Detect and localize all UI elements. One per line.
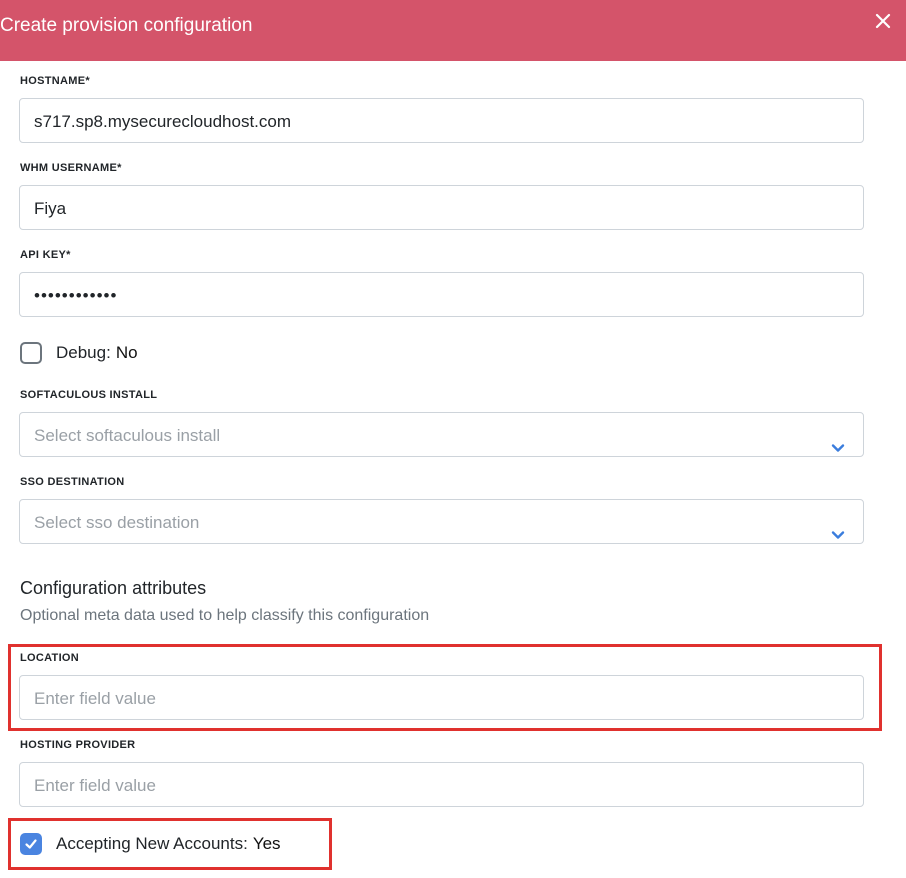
debug-label: Debug:	[56, 343, 111, 362]
debug-value: No	[115, 343, 138, 362]
accepting-checkbox[interactable]	[20, 833, 42, 855]
sso-destination-placeholder: Select sso destination	[34, 513, 200, 532]
softaculous-placeholder: Select softaculous install	[34, 426, 221, 445]
close-icon[interactable]	[874, 12, 892, 30]
whm-username-value: Fiya	[34, 199, 67, 218]
hostname-value: s717.sp8.mysecurecloudhost.com	[34, 112, 292, 131]
modal-header: Create provision configuration	[0, 0, 906, 61]
section-title: Configuration attributes	[20, 578, 207, 598]
sso-destination-select[interactable]: Select sso destination	[19, 499, 864, 544]
modal-title: Create provision configuration	[0, 15, 253, 36]
location-placeholder: Enter field value	[34, 689, 156, 708]
chevron-down-icon	[831, 427, 845, 452]
checkmark-icon	[25, 839, 37, 849]
whm-username-label: WHM USERNAME*	[20, 162, 122, 174]
hosting-provider-placeholder: Enter field value	[34, 776, 156, 795]
hostname-label: HOSTNAME*	[20, 75, 90, 87]
hostname-input[interactable]: s717.sp8.mysecurecloudhost.com	[19, 98, 864, 143]
api-key-value: ••••••••••••	[34, 286, 118, 305]
section-subtitle: Optional meta data used to help classify…	[20, 607, 430, 624]
softaculous-select[interactable]: Select softaculous install	[19, 412, 864, 457]
location-label: LOCATION	[20, 652, 80, 664]
accepting-checkbox-row[interactable]: Accepting New Accounts: Yes	[20, 831, 281, 857]
api-key-label: API KEY*	[20, 249, 71, 261]
hosting-provider-label: HOSTING PROVIDER	[20, 739, 136, 751]
chevron-down-icon	[831, 514, 845, 539]
debug-checkbox[interactable]	[20, 342, 42, 364]
accepting-value: Yes	[252, 834, 281, 853]
hosting-provider-input[interactable]: Enter field value	[19, 762, 864, 807]
softaculous-label: SOFTACULOUS INSTALL	[20, 389, 158, 401]
sso-destination-label: SSO DESTINATION	[20, 476, 125, 488]
location-input[interactable]: Enter field value	[19, 675, 864, 720]
accepting-label: Accepting New Accounts:	[56, 834, 248, 853]
api-key-input[interactable]: ••••••••••••	[19, 272, 864, 317]
whm-username-input[interactable]: Fiya	[19, 185, 864, 230]
debug-checkbox-row[interactable]: Debug: No	[20, 340, 138, 366]
